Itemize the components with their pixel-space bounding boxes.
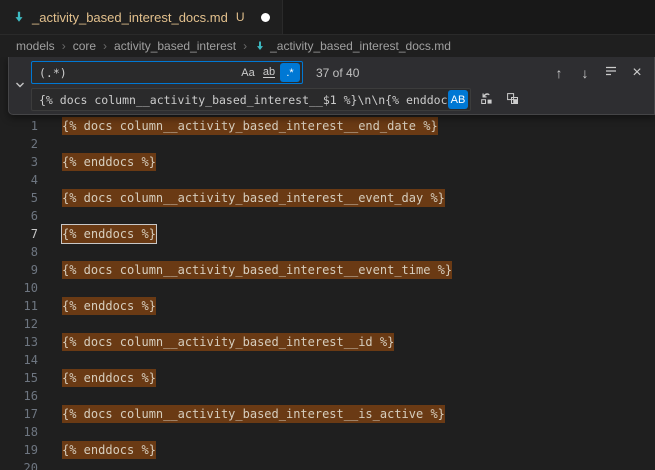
line-number: 2 <box>0 135 38 153</box>
chevron-right-icon: › <box>103 39 107 53</box>
editor-pane[interactable]: (.*) Aa ab .* 37 of 40 ↑ ↓ × <box>0 57 655 470</box>
code-line[interactable]: 12 <box>0 315 655 333</box>
code-line[interactable]: 3 {% enddocs %} <box>0 153 655 171</box>
line-number: 12 <box>0 315 38 333</box>
replace-icon <box>479 91 494 109</box>
arrow-down-icon: ↓ <box>582 65 589 81</box>
replace-all-icon <box>505 91 520 109</box>
close-icon: × <box>632 65 641 81</box>
replace-input[interactable]: {% docs column__activity_based_interest_… <box>31 88 471 111</box>
code-line[interactable]: 17 {% docs column__activity_based_interes… <box>0 405 655 423</box>
code-line[interactable]: 6 <box>0 207 655 225</box>
replace-row: {% docs column__activity_based_interest_… <box>31 88 648 111</box>
find-input-value: (.*) <box>39 66 237 80</box>
match-case-button[interactable]: Aa <box>238 63 258 82</box>
code-line[interactable]: 10 <box>0 279 655 297</box>
line-number: 10 <box>0 279 38 297</box>
line-text: {% enddocs %} <box>62 441 156 459</box>
line-number: 17 <box>0 405 38 423</box>
markdown-file-icon <box>254 40 266 52</box>
editor-tab[interactable]: _activity_based_interest_docs.md U <box>0 0 283 34</box>
line-number: 16 <box>0 387 38 405</box>
code-line[interactable]: 13 {% docs column__activity_based_interes… <box>0 333 655 351</box>
breadcrumb-item-core[interactable]: core <box>73 39 96 53</box>
line-number: 5 <box>0 189 38 207</box>
line-number: 7 <box>0 225 38 243</box>
replace-button[interactable] <box>475 89 497 111</box>
line-text: {% docs column__activity_based_interest_… <box>62 405 445 423</box>
line-text: {% enddocs %} <box>62 225 156 243</box>
breadcrumb-item-file[interactable]: _activity_based_interest_docs.md <box>254 39 451 53</box>
line-number: 8 <box>0 243 38 261</box>
line-number: 3 <box>0 153 38 171</box>
line-text: {% enddocs %} <box>62 369 156 387</box>
code-line[interactable]: 14 <box>0 351 655 369</box>
arrow-up-icon: ↑ <box>556 65 563 81</box>
line-text: {% docs column__activity_based_interest_… <box>62 189 445 207</box>
line-number: 9 <box>0 261 38 279</box>
tab-bar: _activity_based_interest_docs.md U <box>0 0 655 35</box>
line-number: 6 <box>0 207 38 225</box>
find-replace-widget: (.*) Aa ab .* 37 of 40 ↑ ↓ × <box>8 57 655 115</box>
line-text: {% docs column__activity_based_interest_… <box>62 117 438 135</box>
line-number: 11 <box>0 297 38 315</box>
find-in-selection-button[interactable] <box>600 62 622 84</box>
line-number: 15 <box>0 369 38 387</box>
tab-filename: _activity_based_interest_docs.md <box>32 10 228 25</box>
unsaved-changes-dot[interactable] <box>261 13 270 22</box>
code-line[interactable]: 7 {% enddocs %} <box>0 225 655 243</box>
next-match-button[interactable]: ↓ <box>574 62 596 84</box>
whole-word-button[interactable]: ab <box>259 63 279 82</box>
preserve-case-button[interactable]: AB <box>448 90 468 109</box>
line-number: 13 <box>0 333 38 351</box>
find-input[interactable]: (.*) Aa ab .* <box>31 61 303 84</box>
toggle-replace-button[interactable] <box>9 57 31 114</box>
line-text: {% enddocs %} <box>62 153 156 171</box>
chevron-right-icon: › <box>243 39 247 53</box>
line-number: 20 <box>0 459 38 470</box>
code-line[interactable]: 9 {% docs column__activity_based_interest… <box>0 261 655 279</box>
code-area[interactable]: 1{% docs column__activity_based_interest… <box>0 57 655 470</box>
code-line[interactable]: 19 {% enddocs %} <box>0 441 655 459</box>
code-line[interactable]: 4 <box>0 171 655 189</box>
breadcrumb: models › core › activity_based_interest … <box>0 35 655 57</box>
code-line[interactable]: 18 <box>0 423 655 441</box>
previous-match-button[interactable]: ↑ <box>548 62 570 84</box>
replace-all-button[interactable] <box>501 89 523 111</box>
line-number: 4 <box>0 171 38 189</box>
markdown-file-icon <box>12 10 26 24</box>
line-text: {% docs column__activity_based_interest_… <box>62 333 394 351</box>
code-line[interactable]: 20 <box>0 459 655 470</box>
git-status-badge: U <box>236 10 245 24</box>
line-number: 1 <box>0 117 38 135</box>
code-line[interactable]: 5 {% docs column__activity_based_interest… <box>0 189 655 207</box>
line-number: 18 <box>0 423 38 441</box>
chevron-right-icon: › <box>62 39 66 53</box>
close-find-button[interactable]: × <box>626 62 648 84</box>
chevron-down-icon <box>15 77 25 95</box>
results-count: 37 of 40 <box>316 66 359 80</box>
code-line[interactable]: 2 <box>0 135 655 153</box>
regex-button[interactable]: .* <box>280 63 300 82</box>
line-text: {% enddocs %} <box>62 297 156 315</box>
code-line[interactable]: 1 {% docs column__activity_based_interest… <box>0 117 655 135</box>
breadcrumb-item-models[interactable]: models <box>16 39 55 53</box>
line-number: 14 <box>0 351 38 369</box>
breadcrumb-file-label: _activity_based_interest_docs.md <box>270 39 451 53</box>
code-line[interactable]: 11 {% enddocs %} <box>0 297 655 315</box>
line-number: 19 <box>0 441 38 459</box>
replace-input-value: {% docs column__activity_based_interest_… <box>39 93 447 107</box>
breadcrumb-item-folder[interactable]: activity_based_interest <box>114 39 236 53</box>
code-line[interactable]: 8 <box>0 243 655 261</box>
find-in-selection-icon <box>604 64 618 81</box>
code-line[interactable]: 15 {% enddocs %} <box>0 369 655 387</box>
find-row: (.*) Aa ab .* 37 of 40 ↑ ↓ × <box>31 61 648 84</box>
line-text: {% docs column__activity_based_interest_… <box>62 261 452 279</box>
code-line[interactable]: 16 <box>0 387 655 405</box>
